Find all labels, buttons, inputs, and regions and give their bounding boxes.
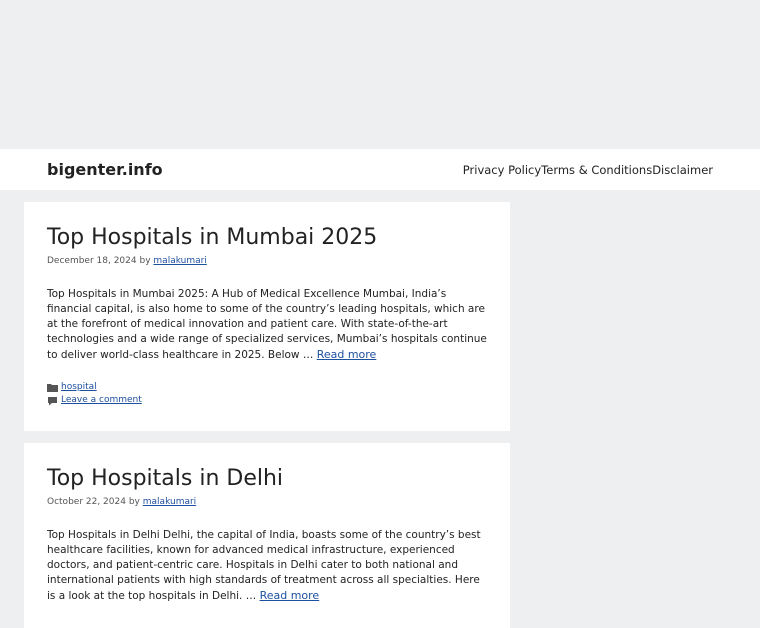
comment-icon — [47, 396, 61, 406]
post-meta: December 18, 2024 by malakumari — [47, 256, 487, 266]
post-title[interactable]: Top Hospitals in Delhi — [47, 465, 487, 493]
ad-space — [0, 0, 760, 149]
nav-terms-conditions[interactable]: Terms & Conditions — [541, 163, 652, 177]
read-more-link[interactable]: Read more — [260, 589, 320, 602]
site-title-link[interactable]: bigenter.info — [47, 160, 163, 179]
nav-disclaimer[interactable]: Disclaimer — [652, 163, 713, 177]
post-date: December 18, 2024 — [47, 256, 137, 266]
post-footer: hospital Leave a comment — [47, 381, 487, 407]
category-link[interactable]: hospital — [61, 381, 97, 394]
nav-privacy-policy[interactable]: Privacy Policy — [463, 163, 541, 177]
post-author-link[interactable]: malakumari — [153, 256, 206, 266]
post-by-label: by — [139, 256, 151, 266]
read-more-link[interactable]: Read more — [317, 348, 377, 361]
site-header: bigenter.info Privacy Policy Terms & Con… — [0, 149, 760, 190]
post-date: October 22, 2024 — [47, 497, 126, 507]
post-card: Top Hospitals in Delhi October 22, 2024 … — [24, 443, 510, 628]
post-categories: hospital — [47, 381, 487, 394]
main-navigation: Privacy Policy Terms & Conditions Discla… — [463, 163, 713, 177]
post-excerpt-text: Top Hospitals in Mumbai 2025: A Hub of M… — [47, 288, 487, 361]
post-by-label: by — [128, 497, 140, 507]
post-excerpt: Top Hospitals in Mumbai 2025: A Hub of M… — [47, 287, 487, 363]
post-comments: Leave a comment — [47, 394, 487, 407]
post-author-link[interactable]: malakumari — [143, 497, 196, 507]
post-title[interactable]: Top Hospitals in Mumbai 2025 — [47, 224, 487, 252]
main-content: Top Hospitals in Mumbai 2025 December 18… — [0, 190, 760, 628]
leave-comment-link[interactable]: Leave a comment — [61, 394, 142, 407]
post-card: Top Hospitals in Mumbai 2025 December 18… — [24, 202, 510, 431]
post-meta: October 22, 2024 by malakumari — [47, 497, 487, 507]
folder-icon — [47, 383, 61, 392]
post-excerpt: Top Hospitals in Delhi Delhi, the capita… — [47, 528, 487, 604]
